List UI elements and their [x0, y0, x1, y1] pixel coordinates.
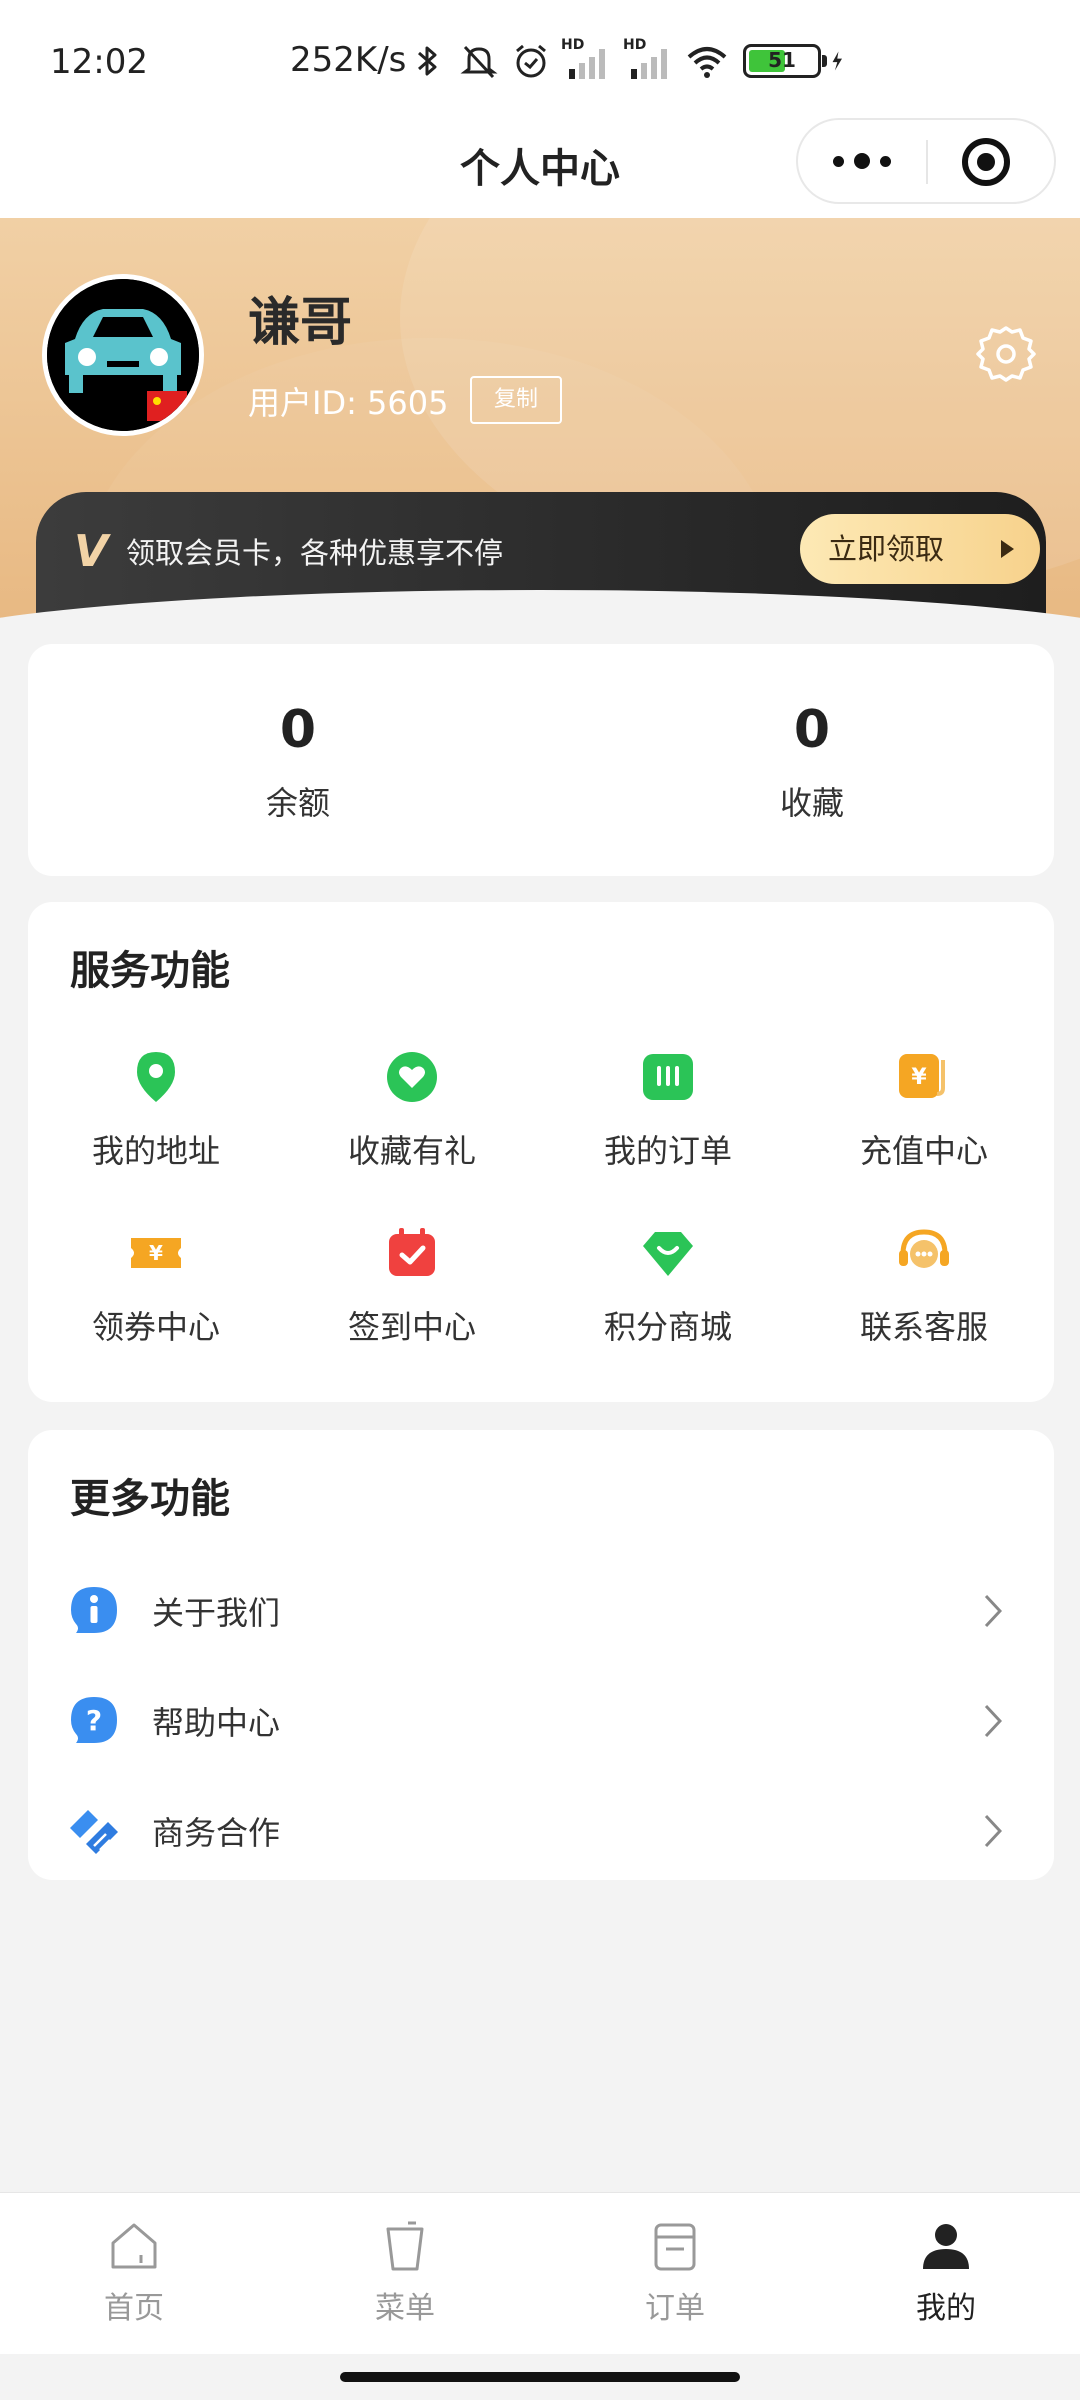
service-label: 积分商城 [603, 1308, 732, 1346]
recharge-icon: ¥ [899, 1054, 945, 1098]
home-indicator[interactable] [340, 2372, 740, 2382]
status-icons: HD HD 51 [405, 36, 855, 86]
heart-icon [387, 1052, 437, 1102]
service-label: 我的订单 [603, 1132, 732, 1170]
order-ticket-icon [643, 1054, 693, 1100]
copy-id-button[interactable]: 复制 [470, 376, 562, 424]
cup-icon [386, 2221, 424, 2271]
tab-label: 首页 [104, 2291, 164, 2326]
tab-label: 我的 [916, 2291, 976, 2326]
claim-vip-label: 立即领取 [828, 532, 945, 566]
coupon-icon: ¥ [131, 1238, 181, 1268]
service-label: 联系客服 [859, 1308, 988, 1346]
info-icon [71, 1587, 117, 1633]
headset-icon [899, 1229, 949, 1268]
list-item-label: 关于我们 [152, 1594, 281, 1632]
vip-badge-icon: V [74, 526, 109, 577]
more-card: 更多功能 关于我们 ? 帮助中心 商务合作 [28, 1430, 1054, 1880]
service-label: 领券中心 [91, 1308, 220, 1346]
shopping-tag-icon [643, 1232, 693, 1276]
chevron-right-icon [984, 1594, 1002, 1628]
gear-icon[interactable] [974, 322, 1038, 386]
service-recharge-center[interactable]: ¥ 充值中心 [796, 1048, 1052, 1172]
list-item-label: 商务合作 [152, 1814, 281, 1852]
signal-1-icon: HD [561, 37, 615, 83]
calendar-check-icon [389, 1228, 435, 1276]
service-label: 充值中心 [859, 1132, 988, 1170]
list-item-help-center[interactable]: ? 帮助中心 [28, 1670, 1054, 1770]
mute-bell-icon [460, 45, 498, 79]
list-item-label: 帮助中心 [152, 1704, 281, 1742]
balance-label: 余额 [265, 784, 330, 822]
tab-menu[interactable]: 菜单 [305, 2219, 505, 2327]
tab-label: 订单 [645, 2291, 705, 2326]
wifi-icon [687, 47, 727, 78]
svg-text:?: ? [86, 1704, 102, 1737]
service-customer-support[interactable]: 联系客服 [796, 1224, 1052, 1348]
play-arrow-icon [1001, 540, 1014, 558]
tab-mine[interactable]: 我的 [846, 2219, 1046, 2327]
more-title: 更多功能 [70, 1476, 230, 1522]
list-item-about-us[interactable]: 关于我们 [28, 1560, 1054, 1660]
mini-program-capsule [796, 118, 1056, 204]
service-checkin-center[interactable]: 签到中心 [284, 1224, 540, 1348]
stats-card: 0 余额 0 收藏 [28, 644, 1054, 876]
charging-icon [832, 51, 842, 71]
hd-label: HD [623, 37, 647, 53]
status-bar: 12:02 252K/s HD HD 51 [0, 0, 1080, 118]
close-mini-program-button[interactable] [962, 138, 1010, 186]
handshake-icon [70, 1810, 118, 1854]
service-my-orders[interactable]: 我的订单 [540, 1048, 796, 1172]
location-pin-icon [137, 1052, 175, 1102]
signal-2-icon: HD [623, 37, 677, 83]
help-icon: ? [71, 1697, 117, 1743]
hd-label: HD [561, 37, 585, 53]
service-points-mall[interactable]: 积分商城 [540, 1224, 796, 1348]
service-label: 我的地址 [91, 1132, 220, 1170]
user-icon [923, 2224, 969, 2269]
favorites-label: 收藏 [779, 784, 844, 822]
username: 谦哥 [248, 293, 353, 353]
status-time: 12:02 [50, 42, 148, 82]
service-label: 签到中心 [347, 1308, 476, 1346]
vip-promo-text: 领取会员卡，各种优惠享不停 [126, 536, 504, 570]
bluetooth-icon [418, 46, 437, 76]
tab-label: 菜单 [375, 2291, 435, 2326]
home-icon [111, 2223, 157, 2269]
tab-bar: 首页 菜单 订单 我的 [0, 2192, 1080, 2354]
balance-value: 0 [279, 700, 317, 760]
nav-bar: 个人中心 [0, 118, 1080, 218]
battery-icon: 51 [743, 44, 827, 78]
alarm-icon [516, 44, 546, 78]
service-my-address[interactable]: 我的地址 [28, 1048, 284, 1172]
battery-level: 51 [768, 48, 796, 72]
claim-vip-button[interactable]: 立即领取 [800, 514, 1040, 584]
chevron-right-icon [984, 1814, 1002, 1848]
tab-home[interactable]: 首页 [34, 2219, 234, 2327]
tab-orders[interactable]: 订单 [575, 2219, 775, 2327]
favorites-value: 0 [793, 700, 831, 760]
service-label: 收藏有礼 [347, 1132, 476, 1170]
svg-text:¥: ¥ [149, 1241, 163, 1265]
network-speed: 252K/s [290, 40, 407, 80]
favorites-stat[interactable]: 0 收藏 [662, 700, 962, 824]
service-coupon-center[interactable]: ¥ 领券中心 [28, 1224, 284, 1348]
svg-text:¥: ¥ [911, 1065, 927, 1090]
avatar[interactable] [42, 274, 204, 436]
list-item-business-cooperation[interactable]: 商务合作 [28, 1780, 1054, 1880]
balance-stat[interactable]: 0 余额 [148, 700, 448, 824]
chevron-right-icon [984, 1704, 1002, 1738]
services-card: 服务功能 我的地址 收藏有礼 我的订单 ¥ 充值中心 ¥ 领券中心 签到中心 积… [28, 902, 1054, 1402]
service-favorite-gift[interactable]: 收藏有礼 [284, 1048, 540, 1172]
services-title: 服务功能 [70, 948, 230, 994]
order-icon [654, 2223, 696, 2271]
user-id: 用户ID: 5605 [248, 384, 449, 422]
more-menu-button[interactable] [798, 120, 926, 202]
